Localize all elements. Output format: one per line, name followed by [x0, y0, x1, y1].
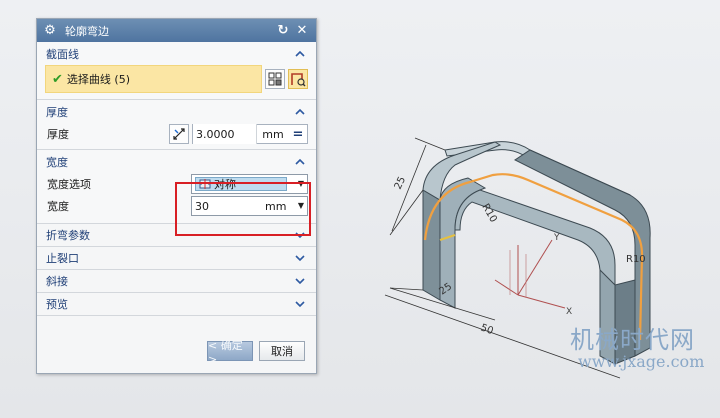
watermark-text: 机械时代网	[570, 326, 695, 354]
reset-icon[interactable]: ↻	[275, 23, 291, 39]
chevron-up-icon[interactable]	[293, 105, 307, 119]
chevron-down-icon[interactable]	[293, 251, 307, 265]
section-curve: 截面线 ✔ 选择曲线 (5)	[37, 42, 316, 100]
sketch-section-button[interactable]	[265, 69, 285, 89]
section-width-title: 宽度	[46, 155, 68, 169]
select-curve-label: 选择曲线 (5)	[66, 73, 130, 86]
section-thickness-title: 厚度	[46, 105, 68, 119]
cancel-button[interactable]: 取消	[259, 341, 305, 361]
dim-50: 50	[479, 322, 495, 337]
dialog-title: 轮廓弯边	[65, 24, 109, 38]
wcs-axes: X Y	[494, 233, 572, 317]
width-label: 宽度	[47, 200, 69, 213]
thickness-input-group: 3.0000 mm =	[192, 124, 308, 144]
part-base-face	[454, 189, 616, 289]
section-miter-title: 斜接	[46, 275, 68, 288]
section-relief[interactable]: 止裂口	[37, 247, 316, 270]
chevron-up-icon[interactable]	[293, 47, 307, 61]
chevron-down-icon[interactable]	[293, 274, 307, 288]
select-curve-field[interactable]: ✔ 选择曲线 (5)	[45, 65, 262, 93]
ok-button[interactable]: < 确定 >	[207, 339, 253, 366]
formula-equals-button[interactable]: =	[289, 127, 307, 142]
curve-select-icon	[291, 73, 306, 87]
section-thickness-header[interactable]: 厚度	[37, 100, 316, 123]
section-relief-title: 止裂口	[46, 252, 79, 265]
select-curve-row: ✔ 选择曲线 (5)	[45, 65, 308, 93]
highlight-frame	[175, 182, 311, 236]
section-curve-title: 截面线	[46, 47, 79, 61]
dim-25-vertical: 25	[393, 175, 408, 191]
section-thickness: 厚度 厚度 3.0000 mm =	[37, 100, 316, 150]
thickness-label: 厚度	[47, 128, 69, 141]
chevron-down-icon[interactable]	[293, 297, 307, 311]
gear-icon[interactable]: ⚙	[43, 23, 57, 38]
section-miter[interactable]: 斜接	[37, 270, 316, 293]
sketch-icon	[268, 72, 282, 86]
reverse-thickness-button[interactable]	[169, 124, 189, 144]
dim-r10-right: R10	[626, 254, 646, 265]
section-preview-title: 预览	[46, 298, 68, 311]
chevron-up-icon[interactable]	[293, 155, 307, 169]
dialog-footer: < 确定 > 取消	[37, 329, 316, 373]
close-icon[interactable]: ✕	[294, 23, 310, 39]
dialog-titlebar: ⚙ 轮廓弯边 ↻ ✕	[37, 19, 316, 42]
part-left-wall	[422, 189, 441, 301]
thickness-unit[interactable]: mm	[257, 128, 289, 141]
watermark-url: www.jxage.com	[578, 352, 705, 371]
thickness-row: 厚度 3.0000 mm =	[45, 123, 308, 145]
axis-x-label: X	[566, 307, 572, 317]
section-preview[interactable]: 预览	[37, 293, 316, 316]
thickness-input[interactable]: 3.0000	[193, 124, 257, 144]
section-curve-header[interactable]: 截面线	[37, 42, 316, 65]
width-option-label: 宽度选项	[47, 178, 91, 191]
flip-direction-icon	[173, 128, 185, 140]
curve-rule-button[interactable]	[288, 69, 308, 89]
checkmark-icon: ✔	[52, 71, 63, 87]
axis-y-label: Y	[553, 233, 560, 243]
section-width-header[interactable]: 宽度	[37, 150, 316, 173]
